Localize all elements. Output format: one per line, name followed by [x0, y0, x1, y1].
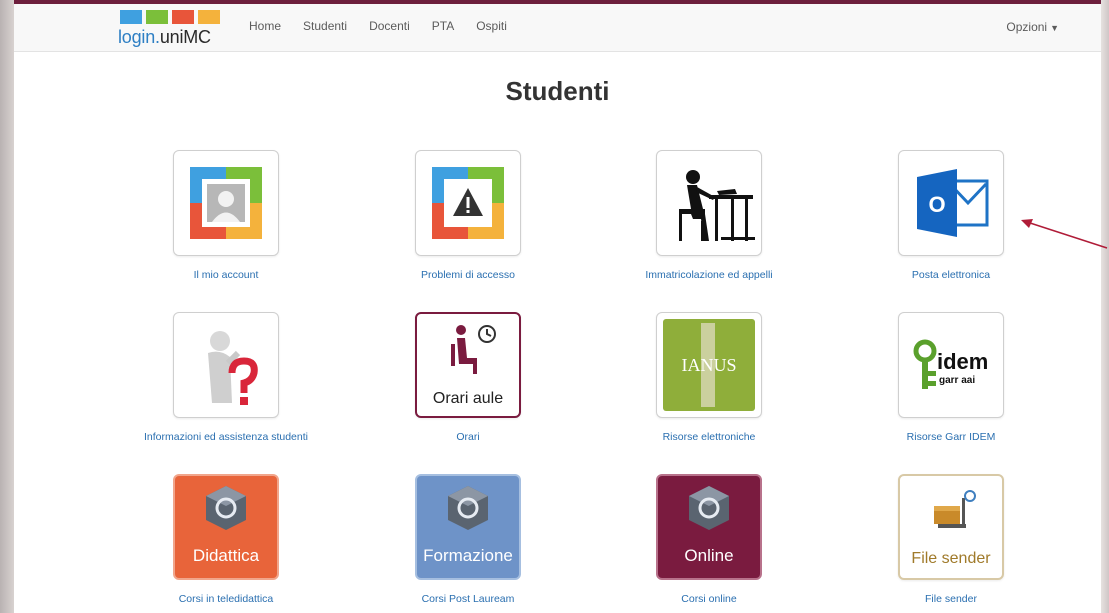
tile-mail[interactable]: O [898, 150, 1004, 256]
tile-enrollment[interactable] [656, 150, 762, 256]
options-dropdown[interactable]: Opzioni ▼ [1006, 20, 1059, 34]
annotation-arrow-icon [1021, 219, 1108, 249]
moodle-cube-icon [448, 486, 488, 530]
outlook-mail-icon: O [917, 169, 989, 237]
page-title: Studenti [505, 76, 610, 106]
right-bezel [1101, 0, 1109, 613]
idem-text: idem [937, 349, 989, 374]
tile-label-didattica: Didattica [192, 546, 260, 565]
moodle-cube-icon [206, 486, 246, 530]
nav-links: Home Studenti Docenti PTA Ospiti [238, 19, 518, 33]
brand-prefix: login. [118, 27, 160, 47]
clock-seat-icon [451, 325, 496, 374]
tile-caption-enrollment[interactable]: Immatricolazione ed appelli [589, 269, 829, 281]
tile-account[interactable] [173, 150, 279, 256]
tile-label-formazione: Formazione [423, 546, 513, 565]
tile-student-info[interactable] [173, 312, 279, 418]
ianus-icon: IANUS [681, 355, 737, 375]
tile-garr-idem[interactable]: idem garr aai [898, 312, 1004, 418]
question-person-icon [208, 331, 258, 405]
tile-timetable[interactable]: Orari aule [415, 312, 521, 418]
moodle-cube-icon [689, 486, 729, 530]
tile-caption-access-problems[interactable]: Problemi di accesso [348, 269, 588, 281]
nav-ospiti[interactable]: Ospiti [465, 19, 518, 33]
nav-docenti[interactable]: Docenti [358, 19, 421, 33]
brand-suffix: uniMC [159, 27, 211, 47]
logo-square-yellow [198, 10, 220, 24]
page: login.uniMC Home Studenti Docenti PTA Os… [14, 4, 1108, 613]
tile-caption-file-sender[interactable]: File sender [831, 593, 1071, 605]
tile-online[interactable]: Online [656, 474, 762, 580]
tile-caption-timetable[interactable]: Orari [348, 431, 588, 443]
tile-access-problems[interactable] [415, 150, 521, 256]
garr-aai-text: garr aai [939, 375, 976, 386]
tile-caption-student-info[interactable]: Informazioni ed assistenza studenti [106, 431, 346, 443]
tile-label-file-sender: File sender [911, 550, 991, 567]
tile-label-online: Online [684, 546, 734, 565]
brand-logo[interactable]: login.uniMC [118, 10, 228, 50]
nav-home[interactable]: Home [238, 19, 292, 33]
tile-e-resources[interactable]: IANUS [656, 312, 762, 418]
logo-square-red [172, 10, 194, 24]
tile-caption-garr-idem[interactable]: Risorse Garr IDEM [831, 431, 1071, 443]
tile-didattica[interactable]: Didattica [173, 474, 279, 580]
tile-caption-formazione[interactable]: Corsi Post Lauream [348, 593, 588, 605]
options-label: Opzioni [1006, 20, 1048, 34]
logo-square-blue [120, 10, 142, 24]
nav-pta[interactable]: PTA [421, 19, 465, 33]
tile-formazione[interactable]: Formazione [415, 474, 521, 580]
svg-text:O: O [928, 192, 945, 217]
tile-caption-online[interactable]: Corsi online [589, 593, 829, 605]
nav-studenti[interactable]: Studenti [292, 19, 358, 33]
student-desk-icon [679, 170, 755, 241]
tile-file-sender[interactable]: File sender [898, 474, 1004, 580]
tile-label-timetable: Orari aule [432, 390, 504, 407]
tile-caption-didattica[interactable]: Corsi in teledidattica [106, 593, 346, 605]
caret-down-icon: ▼ [1050, 23, 1059, 33]
left-bezel [0, 0, 14, 613]
tile-caption-mail[interactable]: Posta elettronica [831, 269, 1071, 281]
logo-square-green [146, 10, 168, 24]
tile-caption-account[interactable]: Il mio account [106, 269, 346, 281]
tile-caption-e-resources[interactable]: Risorse elettroniche [589, 431, 829, 443]
filesender-icon [934, 490, 976, 528]
warning-icon [432, 167, 504, 239]
navbar: login.uniMC Home Studenti Docenti PTA Os… [14, 4, 1101, 52]
brand-text: login.uniMC [118, 27, 211, 48]
user-account-icon [190, 167, 262, 239]
